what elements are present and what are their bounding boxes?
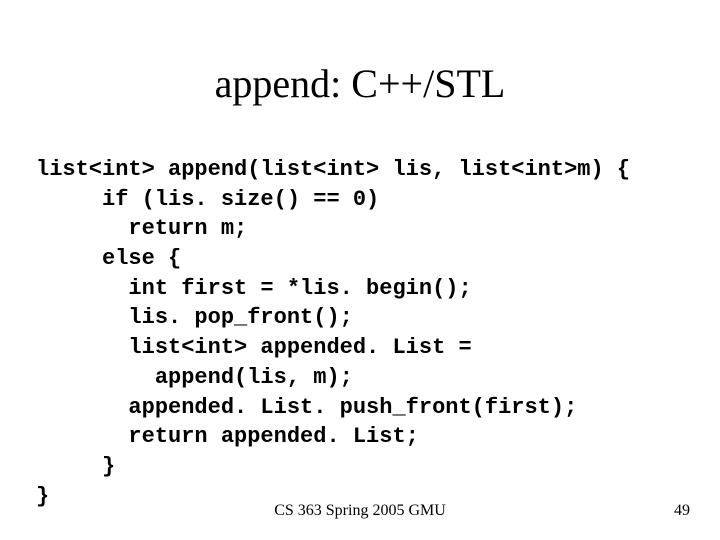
code-line: appended. List. push_front(first); [36, 395, 577, 420]
code-line: int first = *lis. begin(); [36, 276, 472, 301]
code-line: list<int> append(list<int> lis, list<int… [36, 157, 630, 182]
code-line: list<int> appended. List = [36, 335, 472, 360]
code-block: list<int> append(list<int> lis, list<int… [36, 155, 630, 511]
code-line: append(lis, m); [36, 365, 353, 390]
code-line: return appended. List; [36, 424, 419, 449]
code-line: return m; [36, 216, 247, 241]
footer-course: CS 363 Spring 2005 GMU [0, 502, 720, 520]
code-line: else { [36, 246, 181, 271]
code-line: if (lis. size() == 0) [36, 187, 379, 212]
code-line: lis. pop_front(); [36, 305, 353, 330]
slide: append: C++/STL list<int> append(list<in… [0, 0, 720, 540]
slide-title: append: C++/STL [0, 60, 720, 107]
code-line: } [36, 454, 115, 479]
page-number: 49 [674, 502, 690, 520]
